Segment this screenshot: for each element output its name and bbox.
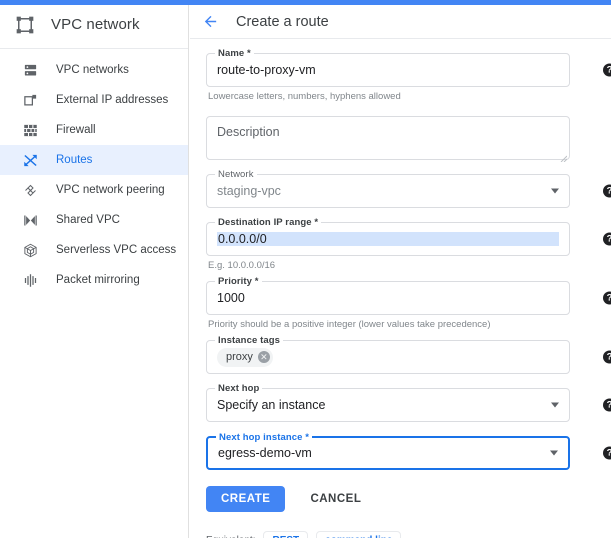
next-hop-select[interactable]: Next hop Specify an instance [206,388,570,422]
form-actions: CREATE CANCEL [206,486,595,512]
sidebar-header: VPC network [0,5,188,44]
destination-ip-range-field-group: Destination IP range * 0.0.0.0/0 ? E.g. … [206,222,595,271]
sidebar-item-label: Routes [56,154,92,166]
create-route-form: Name * route-to-proxy-vm ? Lowercase let… [190,39,611,538]
packet-mirroring-icon [22,272,39,289]
chip-remove-icon[interactable]: ✕ [258,351,270,363]
create-button[interactable]: CREATE [206,486,285,512]
main-panel: Create a route Name * route-to-proxy-vm … [190,5,611,538]
next-hop-instance-select[interactable]: Next hop instance * egress-demo-vm [206,436,570,470]
main-header: Create a route [190,5,611,39]
destination-ip-range-label: Destination IP range * [215,217,321,228]
name-value: route-to-proxy-vm [217,63,316,77]
priority-value: 1000 [217,291,245,305]
vpc-create-route-page: VPC network VPC networks [0,0,611,538]
sidebar-nav: VPC networks External IP addresses [0,49,188,295]
equivalent-rest-button[interactable]: REST [263,531,308,538]
name-input[interactable]: Name * route-to-proxy-vm [206,53,570,87]
help-icon[interactable]: ? [603,233,611,246]
next-hop-instance-label: Next hop instance * [216,432,312,443]
name-label: Name * [215,48,254,59]
priority-field-group: Priority * 1000 ? Priority should be a p… [206,281,595,330]
network-label: Network [215,169,257,180]
equivalent-command-line-button[interactable]: command line [316,531,401,538]
help-icon[interactable]: ? [603,292,611,305]
priority-input[interactable]: Priority * 1000 [206,281,570,315]
external-ip-icon [22,92,39,109]
sidebar-item-label: Serverless VPC access [56,244,176,256]
sidebar-item-label: VPC network peering [56,184,165,196]
description-placeholder: Description [217,125,280,139]
serverless-vpc-icon [22,242,39,259]
next-hop-label: Next hop [215,383,262,394]
chevron-down-icon[interactable] [550,451,558,456]
sidebar-item-firewall[interactable]: Firewall [0,115,188,145]
next-hop-instance-value: egress-demo-vm [218,446,312,460]
sidebar-item-label: Shared VPC [56,214,120,226]
instance-tags-label: Instance tags [215,335,283,346]
next-hop-value: Specify an instance [217,398,325,412]
priority-hint: Priority should be a positive integer (l… [208,319,595,330]
network-value: staging-vpc [217,184,281,198]
instance-tag-chip[interactable]: proxy ✕ [217,348,273,367]
chevron-down-icon[interactable] [551,403,559,408]
sidebar: VPC network VPC networks [0,5,189,538]
instance-tags-input[interactable]: Instance tags proxy ✕ [206,340,570,374]
sidebar-title: VPC network [51,16,140,33]
sidebar-item-packet-mirroring[interactable]: Packet mirroring [0,265,188,295]
sidebar-item-vpc-networks[interactable]: VPC networks [0,55,188,85]
peering-icon [22,182,39,199]
sidebar-item-label: External IP addresses [56,94,168,106]
back-arrow-icon[interactable] [200,12,220,32]
destination-ip-range-value: 0.0.0.0/0 [217,232,559,246]
destination-ip-range-input[interactable]: Destination IP range * 0.0.0.0/0 [206,222,570,256]
equivalent-label: Equivalent: [206,535,255,538]
description-field-group: Description [206,116,595,160]
next-hop-field-group: Next hop Specify an instance ? [206,388,595,422]
chip-label: proxy [226,351,253,363]
vpc-networks-icon [22,62,39,79]
sidebar-item-external-ip-addresses[interactable]: External IP addresses [0,85,188,115]
destination-ip-range-hint: E.g. 10.0.0.0/16 [208,260,595,271]
network-field-group: Network staging-vpc ? [206,174,595,208]
cancel-button[interactable]: CANCEL [297,486,374,512]
shared-vpc-icon [22,212,39,229]
sidebar-item-label: Packet mirroring [56,274,140,286]
priority-label: Priority * [215,276,262,287]
name-hint: Lowercase letters, numbers, hyphens allo… [208,91,595,102]
sidebar-item-label: Firewall [56,124,96,136]
help-icon[interactable]: ? [603,399,611,412]
chevron-down-icon[interactable] [551,189,559,194]
page-title: Create a route [236,14,329,30]
sidebar-item-label: VPC networks [56,64,129,76]
help-icon[interactable]: ? [603,64,611,77]
textarea-resize-handle[interactable] [559,149,567,157]
help-icon[interactable]: ? [603,447,611,460]
network-select[interactable]: Network staging-vpc [206,174,570,208]
instance-tags-field-group: Instance tags proxy ✕ ? [206,340,595,374]
equivalent-row: Equivalent: REST command line [206,531,595,538]
name-field-group: Name * route-to-proxy-vm ? Lowercase let… [206,53,595,102]
sidebar-item-serverless-vpc-access[interactable]: Serverless VPC access [0,235,188,265]
help-icon[interactable]: ? [603,351,611,364]
vpc-network-icon [14,14,36,36]
sidebar-item-vpc-network-peering[interactable]: VPC network peering [0,175,188,205]
sidebar-item-shared-vpc[interactable]: Shared VPC [0,205,188,235]
next-hop-instance-field-group: Next hop instance * egress-demo-vm ? [206,436,595,470]
routes-icon [22,152,39,169]
help-icon[interactable]: ? [603,185,611,198]
sidebar-item-routes[interactable]: Routes [0,145,188,175]
description-input[interactable]: Description [206,116,570,160]
firewall-icon [22,122,39,139]
